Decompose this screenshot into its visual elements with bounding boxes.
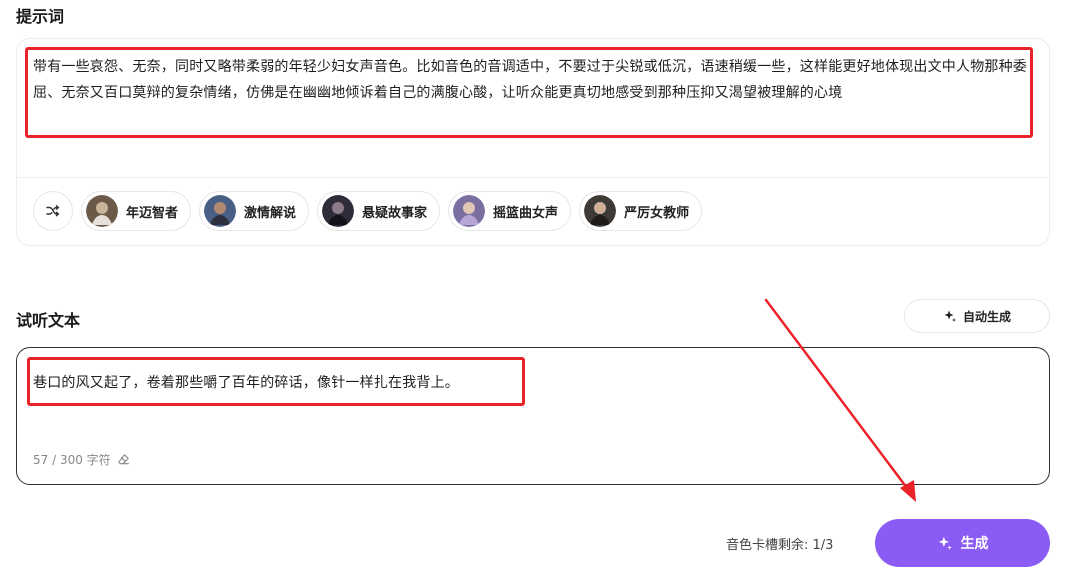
avatar bbox=[453, 195, 486, 227]
avatar bbox=[322, 195, 355, 227]
avatar bbox=[86, 195, 118, 227]
generate-label: 生成 bbox=[960, 536, 989, 552]
divider bbox=[17, 177, 1049, 178]
preset-chip-label: 激情解说 bbox=[244, 205, 297, 221]
voice-slot-remaining: 音色卡槽剩余: 1/3 bbox=[726, 538, 834, 553]
shuffle-button[interactable] bbox=[33, 191, 73, 231]
prompt-textarea[interactable]: 带有一些哀怨、无奈，同时又略带柔弱的年轻少妇女声音色。比如音色的音调适中，不要过… bbox=[33, 54, 1033, 106]
preset-chip-lullaby-female[interactable]: 摇篮曲女声 bbox=[448, 191, 572, 231]
sparkle-icon bbox=[938, 536, 952, 550]
preview-text-box: 巷口的风又起了，卷着那些嚼了百年的碎话，像针一样扎在我背上。 57 / 300 … bbox=[16, 347, 1050, 485]
char-counter: 57 / 300 字符 bbox=[33, 451, 130, 468]
preset-chip-label: 摇篮曲女声 bbox=[493, 205, 559, 221]
avatar bbox=[204, 195, 237, 227]
preset-chip-strict-teacher[interactable]: 严厉女教师 bbox=[579, 191, 703, 231]
preview-section-title: 试听文本 bbox=[16, 311, 81, 330]
char-count-text: 57 / 300 字符 bbox=[33, 453, 111, 467]
avatar bbox=[584, 195, 617, 227]
preset-chip-label: 严厉女教师 bbox=[624, 205, 690, 221]
preset-chip-elderly-sage[interactable]: 年迈智者 bbox=[81, 191, 192, 231]
preset-chip-label: 年迈智者 bbox=[126, 205, 179, 221]
preset-chip-passionate-commentary[interactable]: 激情解说 bbox=[199, 191, 310, 231]
eraser-icon[interactable] bbox=[117, 453, 130, 466]
shuffle-icon bbox=[46, 205, 60, 217]
preset-chip-mystery-storyteller[interactable]: 悬疑故事家 bbox=[317, 191, 441, 231]
auto-generate-button[interactable]: 自动生成 bbox=[904, 299, 1050, 333]
voice-preset-row: 年迈智者 激情解说 悬疑故事家 摇篮曲女声 严厉女教师 bbox=[33, 191, 703, 231]
preset-chip-label: 悬疑故事家 bbox=[362, 205, 428, 221]
prompt-section-title: 提示词 bbox=[16, 7, 65, 26]
generate-button[interactable]: 生成 bbox=[875, 519, 1050, 567]
auto-generate-label: 自动生成 bbox=[962, 309, 1011, 324]
sparkle-icon bbox=[944, 310, 956, 322]
prompt-card: 带有一些哀怨、无奈，同时又略带柔弱的年轻少妇女声音色。比如音色的音调适中，不要过… bbox=[16, 38, 1050, 246]
preview-textarea[interactable]: 巷口的风又起了，卷着那些嚼了百年的碎话，像针一样扎在我背上。 bbox=[33, 372, 459, 392]
